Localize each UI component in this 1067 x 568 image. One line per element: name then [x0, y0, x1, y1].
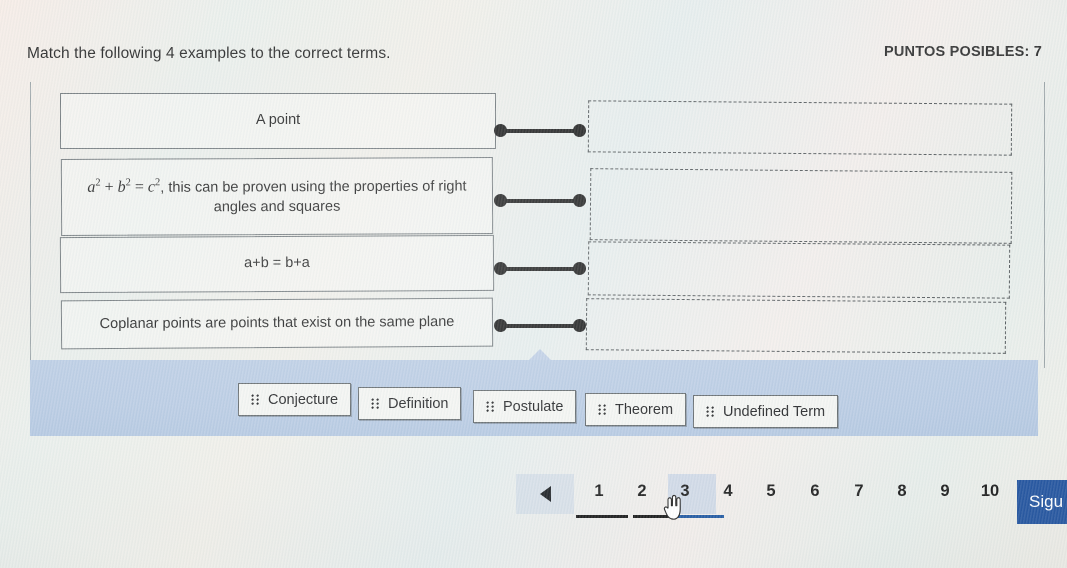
match-connector [494, 194, 586, 208]
match-prompt-text: A point [255, 112, 301, 129]
match-prompt-text: Coplanar points are points that exist on… [99, 313, 455, 332]
connector-bar [498, 267, 582, 271]
match-connector [494, 319, 586, 333]
connector-bar [498, 199, 582, 203]
drag-handle-icon[interactable] [598, 404, 607, 415]
drag-handle-icon[interactable] [371, 398, 380, 409]
answer-chip-label: Undefined Term [723, 403, 826, 420]
answer-chip-definition[interactable]: Definition [358, 387, 462, 420]
page-button-5[interactable]: 5 [760, 482, 782, 501]
drag-handle-icon[interactable] [706, 406, 715, 417]
match-prompt-text: a2 + b2 = c2, this can be proven using t… [74, 175, 480, 218]
match-prompt-box: a+b = b+a [59, 234, 495, 294]
math-expression: a2 + b2 = c2 [87, 177, 161, 196]
points-possible-label: PUNTOS POSIBLES: 7 [884, 44, 1043, 60]
answer-chip-label: Definition [388, 395, 449, 412]
page-button-4[interactable]: 4 [717, 482, 739, 501]
match-prompt-tail: , this can be proven using the propertie… [160, 178, 467, 215]
page-button-9[interactable]: 9 [934, 482, 956, 501]
match-prompt-text: a+b = b+a [244, 255, 310, 272]
connector-knob-right [573, 262, 586, 275]
drag-handle-icon[interactable] [486, 401, 495, 412]
match-prompt-box: a2 + b2 = c2, this can be proven using t… [60, 157, 494, 236]
answer-drop-zone[interactable] [589, 168, 1013, 244]
page-button-10[interactable]: 10 [975, 482, 1005, 501]
pointing-hand-cursor [663, 494, 681, 520]
answer-chip-conjecture[interactable]: Conjecture [238, 383, 352, 416]
page-root: Match the following 4 examples to the co… [0, 0, 1067, 568]
answer-chip-postulate[interactable]: Postulate [473, 390, 577, 423]
match-prompt-box: A point [60, 93, 496, 149]
page-button-7[interactable]: 7 [848, 482, 870, 501]
next-button-label: Sigu [1029, 492, 1064, 511]
page-visited-rule-1 [576, 515, 628, 518]
answer-chip-undefined-term[interactable]: Undefined Term [693, 395, 839, 428]
answer-drop-zone[interactable] [587, 100, 1013, 156]
match-connector [494, 124, 586, 138]
connector-bar [498, 129, 582, 133]
answer-drop-zone[interactable] [587, 241, 1011, 299]
connector-knob-right [573, 124, 586, 137]
answer-chip-label: Conjecture [268, 391, 339, 408]
match-prompt-box: Coplanar points are points that exist on… [60, 297, 494, 350]
match-connector [494, 262, 586, 276]
answer-chip-label: Postulate [503, 398, 564, 415]
answer-chip-theorem[interactable]: Theorem [585, 393, 687, 426]
page-button-2[interactable]: 2 [631, 482, 653, 501]
answer-drop-zone[interactable] [585, 298, 1007, 354]
triangle-left-icon [539, 486, 551, 502]
drag-handle-icon[interactable] [251, 394, 260, 405]
prev-page-button[interactable] [516, 474, 574, 514]
connector-knob-right [573, 194, 586, 207]
page-title: Match the following 4 examples to the co… [27, 45, 391, 62]
page-button-6[interactable]: 6 [804, 482, 826, 501]
page-button-1[interactable]: 1 [588, 482, 610, 501]
answer-chip-label: Theorem [615, 401, 674, 418]
connector-knob-right [573, 319, 586, 332]
next-button[interactable]: Sigu [1017, 480, 1067, 524]
page-button-8[interactable]: 8 [891, 482, 913, 501]
connector-bar [498, 324, 582, 328]
